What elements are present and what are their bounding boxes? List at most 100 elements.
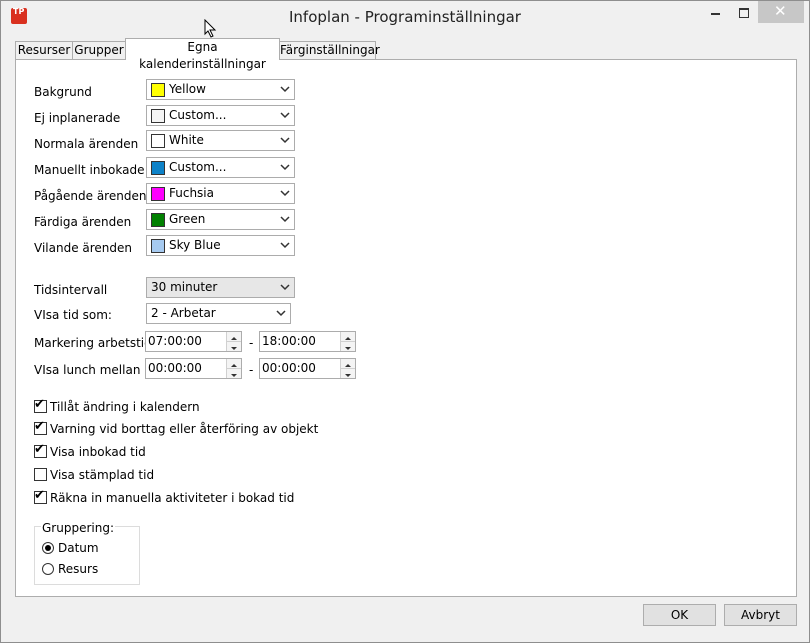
- tab-label: Grupper: [74, 43, 124, 57]
- color-select-pagaende-arenden[interactable]: Fuchsia: [146, 183, 295, 204]
- work-to-value: 18:00:00: [262, 334, 316, 348]
- close-icon: ✕: [774, 2, 787, 20]
- lunch-from-input[interactable]: 00:00:00: [145, 358, 242, 379]
- show-time-select[interactable]: 2 - Arbetar: [146, 303, 291, 324]
- color-label-pagaende-arenden: Pågående ärenden: [34, 189, 147, 203]
- tab-farginstallningar[interactable]: Färginställningar: [279, 41, 380, 60]
- color-select-value: Yellow: [169, 82, 206, 96]
- chevron-down-icon: [280, 137, 290, 144]
- checkbox-warn-delete[interactable]: ✔: [34, 419, 47, 435]
- tab-label: Färginställningar: [280, 43, 380, 57]
- chevron-down-icon: [280, 216, 290, 223]
- color-select-manuellt-inbokade[interactable]: Custom...: [146, 157, 295, 178]
- color-swatch: [151, 109, 165, 123]
- lunch-to-value: 00:00:00: [262, 361, 316, 375]
- radio-selected-dot: [45, 545, 51, 551]
- color-select-value: Fuchsia: [169, 186, 214, 200]
- minimize-button[interactable]: [701, 1, 729, 23]
- color-select-ej-inplanerade[interactable]: Custom...: [146, 105, 295, 126]
- work-to-input[interactable]: 18:00:00: [259, 331, 356, 352]
- checkmark-icon: ✔: [34, 442, 45, 457]
- color-swatch: [151, 161, 165, 175]
- color-swatch: [151, 83, 165, 97]
- radio-label[interactable]: Resurs: [58, 562, 98, 576]
- minimize-icon: [711, 13, 720, 15]
- color-select-value: Sky Blue: [169, 238, 221, 252]
- radio-resurs[interactable]: [42, 563, 54, 575]
- interval-select-value: 30 minuter: [151, 280, 218, 294]
- checkbox-label[interactable]: Tillåt ändring i kalendern: [50, 400, 200, 414]
- radio-label[interactable]: Datum: [58, 541, 99, 555]
- color-select-value: Custom...: [169, 108, 227, 122]
- spin-down-icon: [345, 374, 351, 377]
- color-select-bakgrund[interactable]: Yellow: [146, 79, 295, 100]
- color-label-normala-arenden: Normala ärenden: [34, 137, 139, 151]
- checkbox-label[interactable]: Visa inbokad tid: [50, 445, 146, 459]
- work-from-value: 07:00:00: [148, 334, 202, 348]
- color-label-fardiga-arenden: Färdiga ärenden: [34, 215, 132, 229]
- checkbox-label[interactable]: Räkna in manuella aktiviteter i bokad ti…: [50, 491, 294, 505]
- ok-button[interactable]: OK: [643, 604, 716, 626]
- grouping-title: Gruppering:: [41, 521, 115, 535]
- close-button[interactable]: ✕: [758, 1, 804, 23]
- checkbox-show-booked[interactable]: ✔: [34, 442, 47, 458]
- chevron-down-icon: [280, 164, 290, 171]
- checkbox-label[interactable]: Visa stämplad tid: [50, 468, 154, 482]
- color-swatch: [151, 239, 165, 253]
- color-select-value: White: [169, 133, 204, 147]
- checkmark-icon: ✔: [34, 397, 45, 412]
- radio-datum[interactable]: [42, 542, 54, 554]
- lunch-to-spinner[interactable]: [340, 359, 355, 378]
- tab-grupper[interactable]: Grupper: [72, 41, 126, 60]
- color-label-bakgrund: Bakgrund: [34, 85, 92, 99]
- color-label-vilande-arenden: Vilande ärenden: [34, 241, 133, 255]
- title-bar: TP Infoplan - Programinställningar ✕: [1, 1, 809, 38]
- cancel-button[interactable]: Avbryt: [724, 604, 797, 626]
- color-select-normala-arenden[interactable]: White: [146, 130, 295, 151]
- settings-window: TP Infoplan - Programinställningar ✕ Res…: [0, 0, 810, 643]
- maximize-button[interactable]: [731, 1, 759, 23]
- work-time-dash: -: [249, 336, 254, 350]
- color-select-vilande-arenden[interactable]: Sky Blue: [146, 235, 295, 256]
- chevron-down-icon: [280, 190, 290, 197]
- show-time-select-value: 2 - Arbetar: [151, 306, 216, 320]
- work-to-spinner[interactable]: [340, 332, 355, 351]
- checkbox-count-manual[interactable]: ✔: [34, 488, 47, 504]
- color-select-value: Custom...: [169, 160, 227, 174]
- checkmark-icon: ✔: [34, 488, 45, 503]
- interval-select[interactable]: 30 minuter: [146, 277, 295, 298]
- interval-label: Tidsintervall: [34, 283, 108, 297]
- checkbox-allow-edit[interactable]: ✔: [34, 397, 47, 413]
- color-swatch: [151, 213, 165, 227]
- checkmark-icon: ✔: [34, 419, 45, 434]
- tab-label: Egna kalenderinställningar: [139, 40, 266, 71]
- lunch-label: VIsa lunch mellan: [34, 363, 141, 377]
- work-time-label: Markering arbetstid: [34, 336, 152, 350]
- spin-down-icon: [345, 347, 351, 350]
- window-title: Infoplan - Programinställningar: [289, 8, 521, 26]
- mouse-cursor-icon: [204, 19, 217, 38]
- chevron-down-icon: [280, 86, 290, 93]
- spin-down-icon: [231, 347, 237, 350]
- tab-resurser[interactable]: Resurser: [15, 41, 73, 60]
- color-swatch: [151, 187, 165, 201]
- checkbox-show-stamped[interactable]: [34, 468, 47, 481]
- color-label-manuellt-inbokade: Manuellt inbokade: [34, 163, 145, 177]
- work-from-spinner[interactable]: [226, 332, 241, 351]
- chevron-down-icon: [280, 242, 290, 249]
- maximize-icon: [739, 8, 749, 18]
- work-from-input[interactable]: 07:00:00: [145, 331, 242, 352]
- lunch-from-value: 00:00:00: [148, 361, 202, 375]
- lunch-from-spinner[interactable]: [226, 359, 241, 378]
- tab-label: Resurser: [17, 43, 71, 57]
- spin-down-icon: [231, 374, 237, 377]
- lunch-dash: -: [249, 363, 254, 377]
- checkbox-label[interactable]: Varning vid borttag eller återföring av …: [50, 422, 318, 436]
- tab-egna-kalenderinstallningar[interactable]: Egna kalenderinställningar: [125, 38, 280, 71]
- show-time-label: VIsa tid som:: [34, 308, 112, 322]
- color-swatch: [151, 134, 165, 148]
- color-select-fardiga-arenden[interactable]: Green: [146, 209, 295, 230]
- lunch-to-input[interactable]: 00:00:00: [259, 358, 356, 379]
- color-select-value: Green: [169, 212, 206, 226]
- chevron-down-icon: [280, 284, 290, 291]
